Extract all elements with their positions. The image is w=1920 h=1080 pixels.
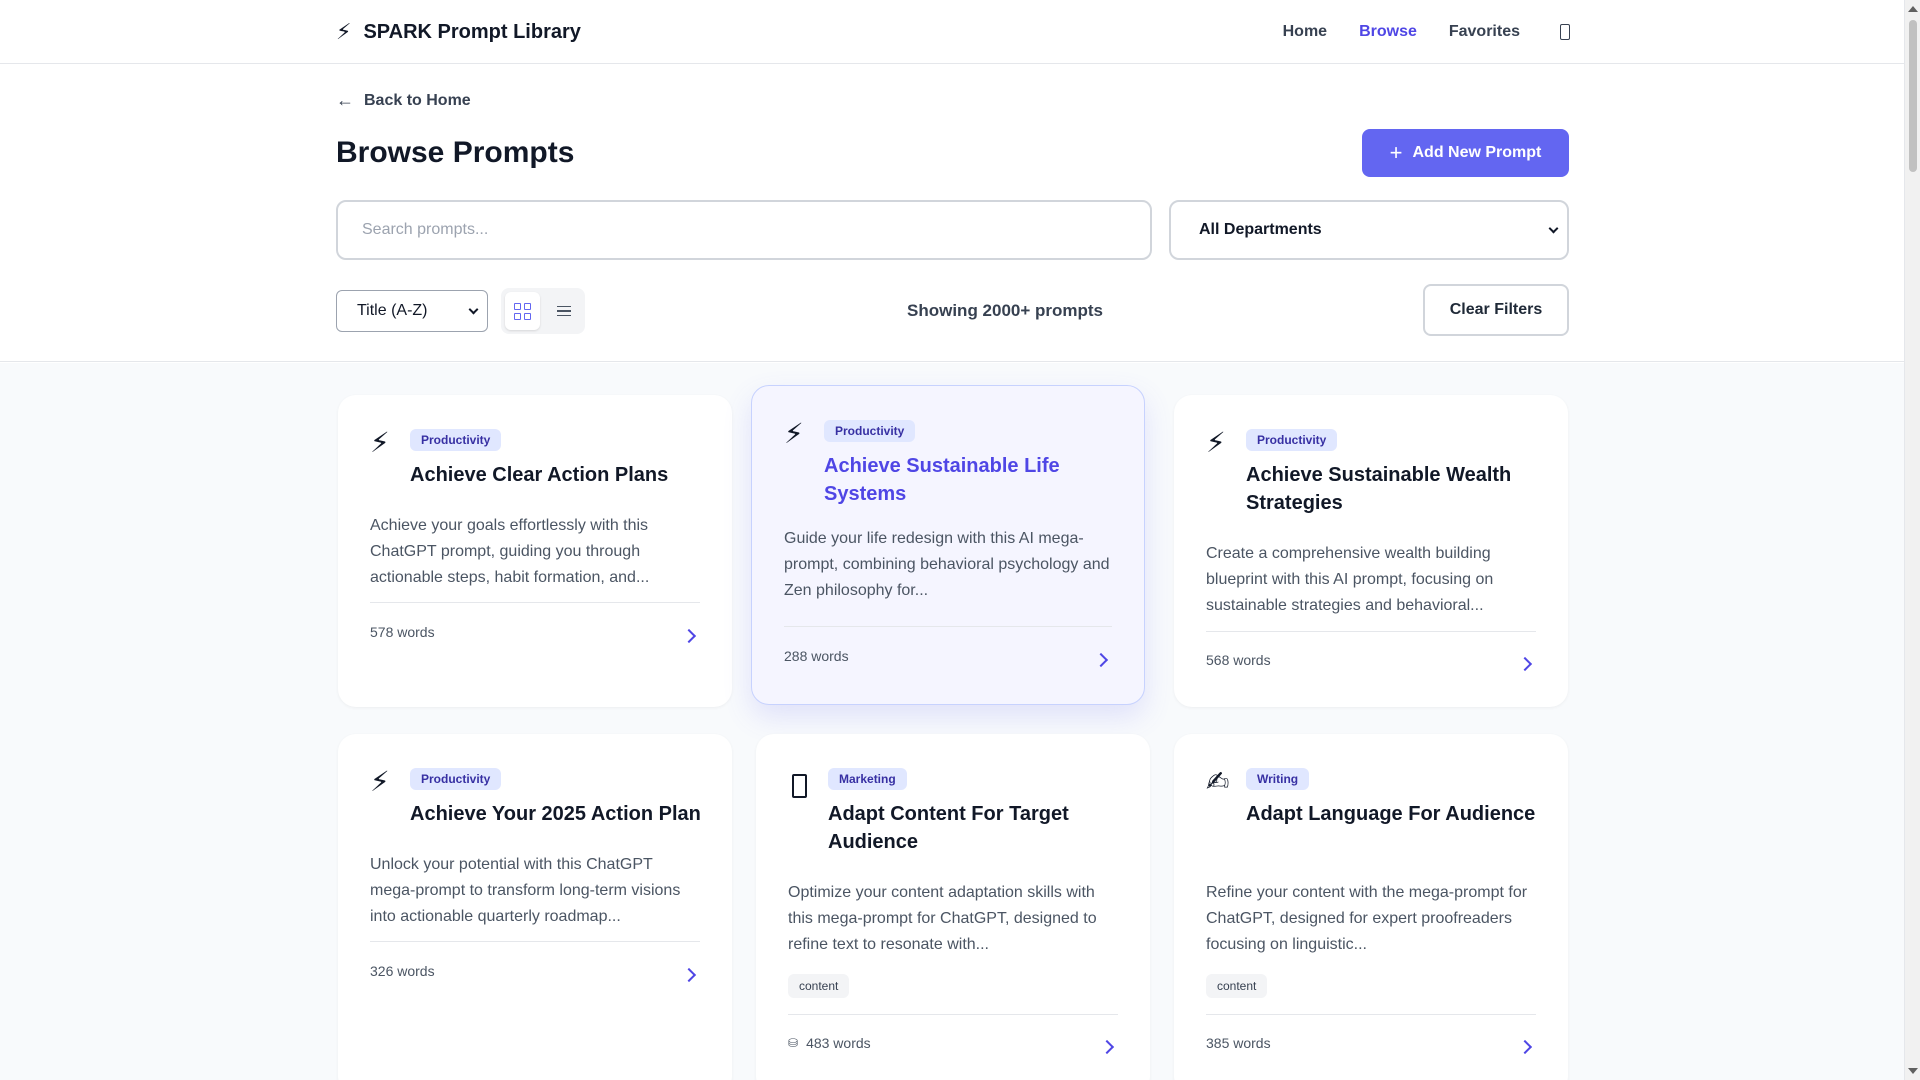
prompt-card[interactable]: ⚡ Productivity Achieve Sustainable Life … <box>751 385 1145 705</box>
search-input[interactable]: Search prompts... <box>336 200 1152 260</box>
add-new-prompt-button[interactable]: + Add New Prompt <box>1362 129 1569 177</box>
nav-link-favorites[interactable]: Favorites <box>1449 23 1520 41</box>
back-label: Back to Home <box>364 91 471 109</box>
chevron-right-icon[interactable] <box>681 628 697 644</box>
prompt-card[interactable]: ✍ Writing Adapt Language For Audience Re… <box>1174 734 1568 1080</box>
prompt-description: Refine your content with the mega-prompt… <box>1206 884 1528 953</box>
card-divider <box>788 1014 1118 1015</box>
prompt-description: Optimize your content adaptation skills … <box>788 884 1097 953</box>
database-icon: ⛁ <box>788 1036 799 1050</box>
word-count-value: 483 words <box>806 1035 871 1051</box>
chevron-right-icon[interactable] <box>1517 656 1533 672</box>
department-select[interactable]: All Departments <box>1169 200 1569 260</box>
card-divider <box>1206 1014 1536 1015</box>
prompt-card[interactable]: ⚡ Productivity Achieve Your 2025 Action … <box>338 734 732 1080</box>
clear-filters-button[interactable]: Clear Filters <box>1423 284 1569 336</box>
sort-select-value: Title (A-Z) <box>357 302 428 319</box>
prompt-card[interactable]: ⚡ Productivity Achieve Sustainable Wealt… <box>1174 395 1568 707</box>
word-count: 288 words <box>784 648 849 664</box>
sort-select[interactable]: Title (A-Z) <box>336 290 488 332</box>
page-scrollbar[interactable] <box>1904 0 1920 1080</box>
word-count-value: 385 words <box>1206 1035 1271 1051</box>
prompt-title: Achieve Clear Action Plans <box>410 464 669 486</box>
chevron-right-icon[interactable] <box>1517 1039 1533 1055</box>
prompt-title: Achieve Your 2025 Action Plan <box>410 803 701 825</box>
word-count: 578 words <box>370 624 435 640</box>
prompt-description: Guide your life redesign with this AI me… <box>784 530 1110 599</box>
lightning-icon: ⚡ <box>1206 427 1226 458</box>
prompt-title: Adapt Content For Target Audience <box>828 803 1069 853</box>
add-button-label: Add New Prompt <box>1412 144 1542 161</box>
tag-chip[interactable]: content <box>788 974 850 998</box>
word-count-value: 578 words <box>370 624 435 640</box>
brand-name: SPARK Prompt Library <box>363 20 581 43</box>
lightning-icon: ⚡ <box>336 19 352 44</box>
moon-icon[interactable] <box>1560 24 1570 40</box>
nav-links: Home Browse Favorites <box>1283 23 1570 41</box>
word-count: 568 words <box>1206 652 1271 668</box>
card-divider <box>370 602 700 603</box>
prompt-title: Achieve Sustainable Life Systems <box>824 455 1060 505</box>
word-count-value: 326 words <box>370 963 435 979</box>
prompt-grid: ⚡ Productivity Achieve Clear Action Plan… <box>0 363 1904 1080</box>
category-badge: Marketing <box>828 768 907 790</box>
category-badge: Productivity <box>1246 429 1338 451</box>
nav-link-browse[interactable]: Browse <box>1359 23 1417 41</box>
word-count-value: 568 words <box>1206 652 1271 668</box>
chevron-right-icon[interactable] <box>1093 652 1109 668</box>
lightning-icon: ⚡ <box>370 427 390 458</box>
plus-icon: + <box>1389 140 1403 165</box>
smartphone-icon <box>792 774 807 798</box>
scroll-down-arrow-icon[interactable] <box>1908 1068 1918 1074</box>
chevron-down-icon <box>1548 223 1559 233</box>
page: ⚡ SPARK Prompt Library Home Browse Favor… <box>0 0 1904 1080</box>
grid-view-button[interactable] <box>505 292 540 330</box>
word-count: 326 words <box>370 963 435 979</box>
back-to-home-link[interactable]: ← Back to Home <box>336 90 471 111</box>
word-count: 385 words <box>1206 1035 1271 1051</box>
writing-hand-icon: ✍ <box>1206 766 1230 797</box>
nav-link-home[interactable]: Home <box>1283 23 1327 41</box>
card-divider <box>370 941 700 942</box>
scrollbar-thumb[interactable] <box>1909 20 1917 172</box>
tag-chip[interactable]: content <box>1206 974 1268 998</box>
category-badge: Writing <box>1246 768 1310 790</box>
scroll-up-arrow-icon[interactable] <box>1908 6 1918 12</box>
word-count-value: 288 words <box>784 648 849 664</box>
lightning-icon: ⚡ <box>370 766 390 797</box>
prompt-description: Create a comprehensive wealth building b… <box>1206 545 1494 614</box>
category-badge: Productivity <box>410 768 502 790</box>
prompt-description: Achieve your goals effortlessly with thi… <box>370 517 650 586</box>
result-count: Showing 2000+ prompts <box>907 301 1104 320</box>
chevron-down-icon <box>468 304 479 314</box>
prompt-title: Adapt Language For Audience <box>1246 803 1536 825</box>
chevron-right-icon[interactable] <box>1099 1039 1115 1055</box>
lightning-icon: ⚡ <box>784 418 804 449</box>
chevron-right-icon[interactable] <box>681 967 697 983</box>
department-select-value: All Departments <box>1199 221 1322 238</box>
grid-icon <box>514 302 531 320</box>
arrow-left-icon: ← <box>336 90 354 110</box>
page-title: Browse Prompts <box>336 136 575 169</box>
word-count: ⛁ 483 words <box>788 1035 871 1051</box>
list-view-button[interactable] <box>546 292 581 330</box>
prompt-title: Achieve Sustainable Wealth Strategies <box>1246 464 1512 514</box>
category-badge: Productivity <box>410 429 502 451</box>
prompt-card[interactable]: Marketing Adapt Content For Target Audie… <box>756 734 1150 1080</box>
card-divider <box>784 626 1112 627</box>
search-placeholder: Search prompts... <box>362 221 489 238</box>
top-navbar: ⚡ SPARK Prompt Library Home Browse Favor… <box>0 0 1904 64</box>
browse-header: ← Back to Home Browse Prompts + Add New … <box>0 64 1904 362</box>
brand-logo[interactable]: ⚡ SPARK Prompt Library <box>336 19 581 45</box>
list-icon <box>556 305 571 317</box>
prompt-card[interactable]: ⚡ Productivity Achieve Clear Action Plan… <box>338 395 732 707</box>
card-divider <box>1206 631 1536 632</box>
category-badge: Productivity <box>824 420 916 442</box>
view-toggle <box>501 288 585 334</box>
prompt-description: Unlock your potential with this ChatGPT … <box>370 856 681 925</box>
